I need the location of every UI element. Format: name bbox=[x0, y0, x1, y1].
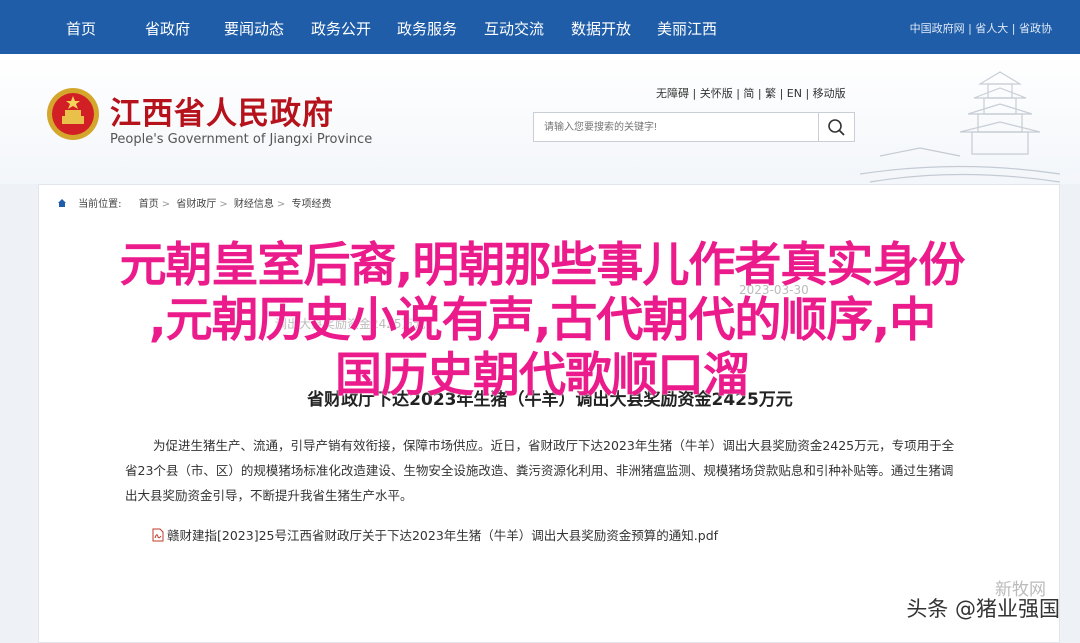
site-title[interactable]: 江西省人民政府 bbox=[110, 88, 334, 133]
attachment-link[interactable]: 赣财建指[2023]25号江西省财政厅关于下达2023年生猪（牛羊）调出大县奖励… bbox=[151, 525, 718, 544]
nav-item-interaction[interactable]: 互动交流 bbox=[484, 18, 544, 39]
search-icon bbox=[828, 119, 845, 136]
breadcrumb-special-funds[interactable]: 专项经费 bbox=[291, 199, 331, 210]
search-box bbox=[533, 112, 855, 142]
toutiao-watermark: 头条 @猪业强国 bbox=[906, 597, 1060, 621]
top-links[interactable]: 中国政府网 | 省人大 | 省政协 bbox=[910, 20, 1052, 36]
top-nav-bar: 首页 省政府 要闻动态 政务公开 政务服务 互动交流 数据开放 美丽江西 中国政… bbox=[0, 0, 1080, 54]
breadcrumb: 当前位置: 首页 > 省财政厅 > 财经信息 > 专项经费 bbox=[57, 195, 331, 210]
breadcrumb-separator: > bbox=[276, 199, 286, 210]
nav-item-gov[interactable]: 省政府 bbox=[145, 18, 190, 39]
breadcrumb-finance-dept[interactable]: 省财政厅 bbox=[176, 199, 216, 210]
article-body: 为促进生猪生产、流通，引导产销有效衔接，保障市场供应。近日，省财政厅下达2023… bbox=[125, 438, 955, 503]
nav-item-disclosure[interactable]: 政务公开 bbox=[311, 18, 371, 39]
nav-item-home[interactable]: 首页 bbox=[66, 18, 96, 39]
breadcrumb-separator: > bbox=[219, 199, 228, 210]
search-button[interactable] bbox=[818, 113, 854, 141]
home-icon bbox=[58, 199, 66, 207]
site-subtitle: People's Government of Jiangxi Province bbox=[110, 132, 373, 147]
breadcrumb-label: 当前位置: bbox=[78, 199, 122, 210]
overlay-line-1: 元朝皇室后裔,明朝那些事儿作者真实身份 bbox=[119, 238, 966, 293]
utility-links[interactable]: 无障碍 | 关怀版 | 简 | 繁 | EN | 移动版 bbox=[656, 85, 846, 101]
nav-item-services[interactable]: 政务服务 bbox=[397, 18, 457, 39]
nav-item-beautiful-jiangxi[interactable]: 美丽江西 bbox=[657, 18, 717, 39]
breadcrumb-finance-info[interactable]: 财经信息 bbox=[234, 199, 274, 210]
pdf-file-icon bbox=[152, 528, 164, 542]
national-emblem-icon bbox=[47, 88, 99, 140]
site-header: 江西省人民政府 People's Government of Jiangxi P… bbox=[0, 54, 1080, 184]
overlay-headline: 元朝皇室后裔,明朝那些事儿作者真实身份 ,元朝历史小说有声,古代朝代的顺序,中 … bbox=[12, 238, 1072, 403]
nav-item-open-data[interactable]: 数据开放 bbox=[571, 18, 631, 39]
pavilion-illustration-icon bbox=[860, 71, 1060, 183]
overlay-line-2: ,元朝历史小说有声,古代朝代的顺序,中 bbox=[148, 293, 937, 348]
search-input[interactable] bbox=[534, 113, 819, 141]
overlay-line-3: 国历史朝代歌顺口溜 bbox=[335, 348, 750, 403]
nav-item-news[interactable]: 要闻动态 bbox=[224, 18, 284, 39]
breadcrumb-separator: > bbox=[161, 199, 171, 210]
attachment-filename[interactable]: 赣财建指[2023]25号江西省财政厅关于下达2023年生猪（牛羊）调出大县奖励… bbox=[167, 528, 718, 543]
breadcrumb-home[interactable]: 首页 bbox=[139, 199, 159, 210]
